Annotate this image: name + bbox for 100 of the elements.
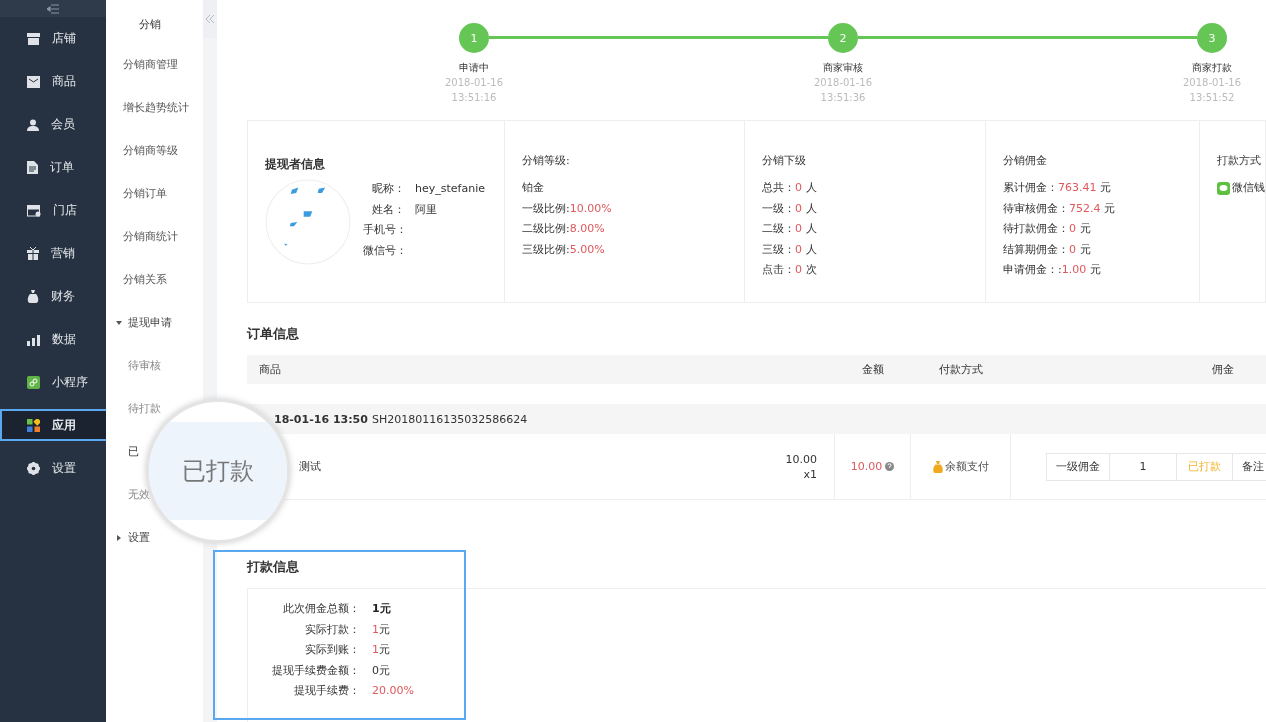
field-label: 手机号： <box>363 222 405 238</box>
stat-value: 0 <box>795 242 802 256</box>
column-header: 佣金 <box>1210 362 1235 377</box>
nav-label: 订单 <box>50 159 74 176</box>
stat-label: 三级： <box>762 242 795 256</box>
stat-label: 待打款佣金： <box>1003 222 1069 235</box>
unit-label: 次 <box>805 263 817 276</box>
payout-label: 提现手续费金额： <box>271 662 360 679</box>
nav-label: 数据 <box>52 331 76 348</box>
caret-down-icon <box>116 319 122 326</box>
stat-value: 10.00% <box>569 201 612 215</box>
stat-value: 763.41 <box>1058 181 1097 194</box>
commission-level: 一级佣金 <box>1047 453 1110 480</box>
submenu-item[interactable]: 增长趋势统计 <box>123 86 189 129</box>
nav-label: 店铺 <box>52 30 76 47</box>
step-label: 商家打款 <box>1192 61 1232 75</box>
magnified-label: 已打款 <box>182 456 254 487</box>
order-number: SH20180116135032586624 <box>371 412 528 426</box>
stat-label: 一级： <box>762 201 795 215</box>
nav-item[interactable]: 会员 <box>0 103 106 146</box>
step-label: 申请中 <box>459 61 489 75</box>
submenu-item[interactable]: 待审核 <box>128 356 161 374</box>
help-icon[interactable] <box>885 462 895 471</box>
payout-label: 提现手续费： <box>293 683 360 699</box>
nav-item[interactable]: 小程序 <box>0 361 106 404</box>
stat-value: 1.00 <box>1061 263 1087 276</box>
unit-label: 元 <box>1089 263 1101 276</box>
stat-label: 结算期佣金： <box>1003 242 1069 256</box>
submenu-item[interactable]: 分销商等级 <box>123 129 178 172</box>
nav-label: 会员 <box>51 116 75 133</box>
shop-icon <box>27 204 41 217</box>
nav-item[interactable]: 商品 <box>0 60 106 103</box>
submenu-group[interactable]: 提现申请 <box>116 301 172 344</box>
note-button[interactable]: 备注 <box>1233 453 1266 480</box>
step-time: 13:51:16 <box>451 91 497 105</box>
payout-value: 20.00% <box>372 684 414 697</box>
section-title: 提现者信息 <box>265 156 326 173</box>
section-title: 打款方式 <box>1217 153 1262 168</box>
unit-label: 人 <box>805 242 817 256</box>
payout-value: 1 <box>372 622 379 636</box>
unit-label: 人 <box>805 181 817 194</box>
submenu-item[interactable]: 待打款 <box>128 399 161 417</box>
stat-value: 752.4 <box>1069 201 1101 215</box>
column-header: 金额 <box>861 362 885 377</box>
nav-label: 设置 <box>52 460 76 477</box>
unit-label: 元 <box>1100 181 1111 194</box>
nav-label: 营销 <box>51 245 75 262</box>
submenu-group[interactable]: 设置 <box>116 516 150 559</box>
step-time: 13:51:36 <box>820 91 866 105</box>
column-header: 商品 <box>258 362 282 377</box>
submenu-item[interactable]: 分销商统计 <box>123 215 178 258</box>
submenu-item[interactable]: 分销关系 <box>123 258 167 301</box>
person-icon <box>27 118 39 131</box>
nav-item[interactable]: 财务 <box>0 275 106 318</box>
submenu-item[interactable]: 已 <box>128 442 139 460</box>
payout-value: 1 <box>372 643 379 656</box>
unit-label: 元 <box>1079 222 1091 235</box>
payment-method: 微信钱 <box>1232 180 1265 196</box>
payout-value: 1元 <box>372 602 391 615</box>
unit-label: 元 <box>379 622 390 636</box>
submenu-item[interactable]: 分销商管理 <box>123 43 178 86</box>
money-bag-icon <box>932 460 943 473</box>
stat-label: 三级比例: <box>522 242 570 256</box>
submenu-item[interactable]: 无效 <box>128 485 150 503</box>
double-chevron-icon <box>206 15 214 23</box>
nav-label: 商品 <box>52 73 76 90</box>
stat-label: 点击： <box>762 263 795 276</box>
field-label: 昵称： <box>371 181 405 197</box>
unit-label: 元 <box>379 663 390 677</box>
gift-icon <box>27 247 39 260</box>
nav-item[interactable]: 订单 <box>0 146 106 189</box>
step-circle: 1 <box>459 23 489 53</box>
nav-item[interactable]: 营销 <box>0 232 106 275</box>
field-value: 阿里 <box>415 202 437 216</box>
stat-label: 累计佣金： <box>1003 181 1058 194</box>
step-date: 2018-01-16 <box>1182 76 1242 90</box>
unit-label: 元 <box>1104 201 1115 215</box>
document-icon <box>27 161 38 174</box>
store-icon <box>27 32 40 45</box>
unit-price: 10.00 <box>785 451 817 467</box>
nav-item[interactable]: 设置 <box>0 447 106 490</box>
payment-type: 余额支付 <box>944 459 989 474</box>
group-label: 提现申请 <box>128 315 172 330</box>
step-circle: 3 <box>1197 23 1227 53</box>
nav-item[interactable]: 店铺 <box>0 17 106 60</box>
amount: 10.00 <box>850 460 883 473</box>
step-time: 13:51:52 <box>1189 91 1235 105</box>
product-name: 测试 <box>299 459 321 474</box>
nav-item[interactable]: 门店 <box>0 189 106 232</box>
money-bag-icon <box>27 290 39 303</box>
menu-icon[interactable] <box>47 3 59 14</box>
field-label: 姓名： <box>371 201 405 218</box>
submenu-item[interactable]: 分销订单 <box>123 172 167 215</box>
section-title: 打款信息 <box>247 558 300 576</box>
unit-label: 人 <box>805 201 817 215</box>
settings-icon <box>27 462 40 475</box>
chat-bubble-icon <box>1217 181 1230 195</box>
step-date: 2018-01-16 <box>444 76 504 90</box>
nav-item[interactable]: 数据 <box>0 318 106 361</box>
unit-label: 人 <box>805 222 817 235</box>
